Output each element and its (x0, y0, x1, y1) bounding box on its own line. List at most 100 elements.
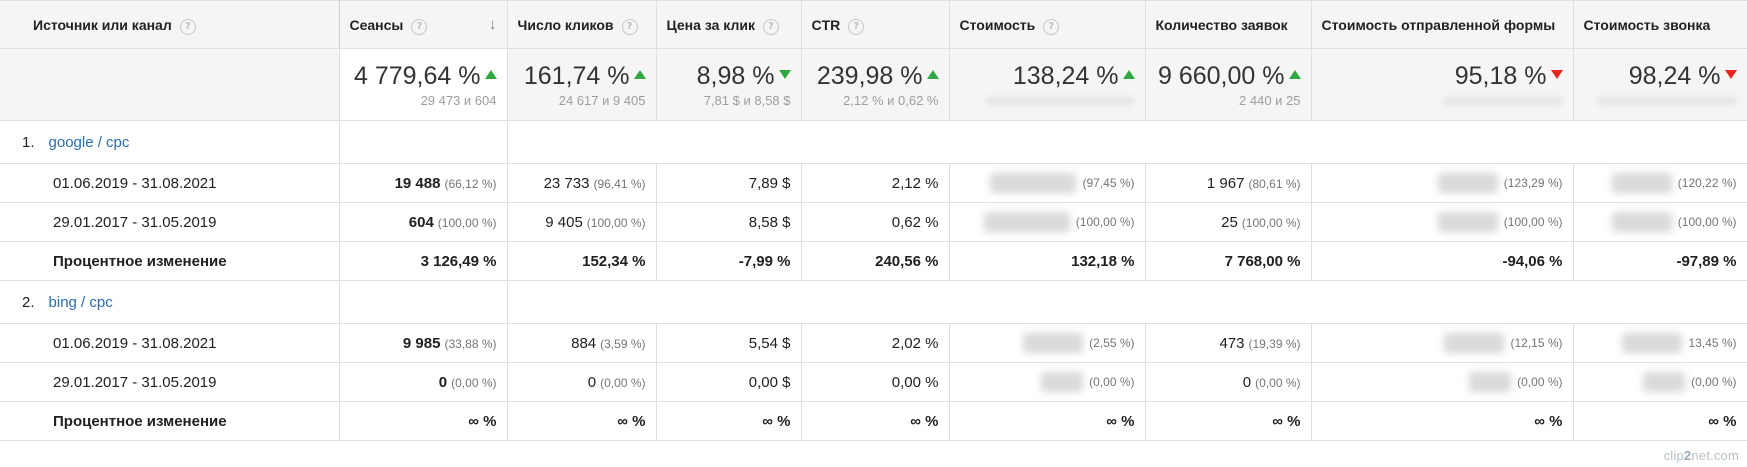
metric-cell: 1 967 (80,61 %) (1145, 163, 1312, 203)
redacted-value (1442, 96, 1563, 106)
totals-cell: 9 660,00 % 2 440 и 25 (1145, 48, 1312, 121)
group-number: 2. (22, 293, 35, 311)
metric-cell: ∞ % (1311, 401, 1574, 441)
metric-cell: ∞ % (949, 401, 1146, 441)
metric-value: 604 (408, 213, 434, 231)
metric-value: 0 (587, 373, 597, 391)
metric-value: 0 (438, 373, 448, 391)
report-table: Источник или канал? Сеансы? ↓ Число клико… (0, 0, 1747, 441)
metric-value: 152,34 % (582, 252, 646, 270)
metric-share: (100,00 %) (1503, 214, 1563, 229)
col-header-ctr[interactable]: CTR? (801, 0, 950, 49)
watermark: clip2net.com (1663, 448, 1739, 463)
metric-cell: 2,12 % (801, 163, 950, 203)
trend-down-icon (1724, 70, 1737, 79)
col-header-clicks[interactable]: Число кликов? (507, 0, 657, 49)
redacted-value (1437, 212, 1498, 232)
col-header-call-cost[interactable]: Стоимость звонка (1573, 0, 1747, 49)
col-header-leads[interactable]: Количество заявок (1145, 0, 1312, 49)
metric-cell: (2,55 %) (949, 323, 1146, 363)
trend-up-icon (926, 70, 939, 79)
totals-compare-values: 7,81 $ и 8,58 $ (703, 93, 791, 108)
metric-cell: 7,89 $ (656, 163, 802, 203)
col-header-label: Стоимость звонка (1583, 17, 1711, 33)
col-header-label: CTR (811, 17, 841, 33)
metric-cell: 5,54 $ (656, 323, 802, 363)
metric-cell: (123,29 %) (1311, 163, 1574, 203)
percent-change-row: Процентное изменение ∞ % ∞ % ∞ % ∞ % ∞ % ∞ % ∞ … (0, 401, 1747, 441)
trend-up-icon (1288, 70, 1301, 79)
metric-cell: -97,89 % (1573, 241, 1747, 281)
redacted-value (1611, 212, 1672, 232)
help-icon[interactable]: ? (621, 19, 638, 35)
col-header-label: Источник или канал (33, 17, 172, 33)
metric-value: ∞ % (1708, 412, 1737, 430)
help-icon[interactable]: ? (762, 19, 779, 35)
metric-share: (97,45 %) (1082, 175, 1135, 190)
col-header-cpc[interactable]: Цена за клик? (656, 0, 802, 49)
col-header-cost[interactable]: Стоимость? (949, 0, 1146, 49)
metric-share: (120,22 %) (1677, 175, 1737, 190)
metric-share: (66,12 %) (444, 176, 497, 191)
redacted-value (1023, 333, 1084, 353)
redacted-value (1611, 173, 1672, 193)
col-header-label: Стоимость (959, 17, 1036, 33)
metric-share: (100,00 %) (1241, 215, 1301, 230)
totals-value: 9 660,00 % (1158, 62, 1285, 90)
totals-cell: 8,98 % 7,81 $ и 8,58 $ (656, 48, 802, 121)
totals-cell: 95,18 % (1311, 48, 1574, 121)
totals-value: 4 779,64 % (354, 62, 481, 90)
metric-cell: 473 (19,39 %) (1145, 323, 1312, 363)
metric-cell: 0,62 % (801, 202, 950, 242)
metric-value: 23 733 (543, 174, 590, 192)
metric-share: (33,88 %) (444, 336, 497, 351)
group-label-cell: 1. google / cpc (0, 120, 340, 164)
date-range-row: 29.01.2017 - 31.05.2019 0 (0,00 %) 0 (0,00 %… (0, 362, 1747, 402)
row-label: Процентное изменение (0, 241, 340, 281)
metric-value: ∞ % (1272, 412, 1301, 430)
totals-row: 4 779,64 % 29 473 и 604 161,74 % 24 617 и 9… (0, 48, 1747, 121)
metric-cell: (0,00 %) (1573, 362, 1747, 402)
trend-down-good-icon (778, 70, 791, 79)
col-header-label: Количество заявок (1155, 17, 1288, 33)
totals-value: 95,18 % (1454, 62, 1547, 90)
metric-cell: 604 (100,00 %) (339, 202, 508, 242)
group-source-link[interactable]: bing / cpc (49, 294, 113, 311)
group-empty-cell (339, 120, 508, 164)
col-header-sessions[interactable]: Сеансы? ↓ (339, 0, 508, 49)
metric-value: ∞ % (910, 412, 939, 430)
help-icon[interactable]: ? (179, 19, 196, 35)
metric-cell: ∞ % (656, 401, 802, 441)
metric-value: 2,02 % (891, 334, 939, 352)
metric-value: 9 985 (402, 334, 441, 352)
group-source-link[interactable]: google / cpc (49, 134, 130, 151)
group-empty-cell (339, 280, 508, 324)
group-spacer (507, 280, 1747, 324)
help-icon[interactable]: ? (1043, 19, 1060, 35)
col-header-source[interactable]: Источник или канал? (0, 0, 340, 49)
metric-share: (100,00 %) (1075, 214, 1135, 229)
metric-cell: 0 (0,00 %) (339, 362, 508, 402)
metric-value: ∞ % (468, 412, 497, 430)
help-icon[interactable]: ? (848, 19, 865, 35)
metric-cell: (120,22 %) (1573, 163, 1747, 203)
metric-cell: ∞ % (339, 401, 508, 441)
group-row: 2. bing / cpc (0, 280, 1747, 324)
trend-down-icon (1550, 70, 1563, 79)
help-icon[interactable]: ? (411, 19, 428, 35)
col-header-form-cost[interactable]: Стоимость отправленной формы (1311, 0, 1574, 49)
redacted-value (1437, 173, 1498, 193)
metric-value: 0,00 % (891, 373, 939, 391)
redacted-value (1596, 96, 1737, 106)
metric-cell: 884 (3,59 %) (507, 323, 657, 363)
trend-up-icon (633, 70, 646, 79)
metric-value: 3 126,49 % (420, 252, 497, 270)
sort-arrow-down-icon[interactable]: ↓ (489, 16, 497, 33)
metric-share: (96,41 %) (593, 176, 646, 191)
table-header: Источник или канал? Сеансы? ↓ Число клико… (0, 0, 1747, 49)
metric-value: 25 (1221, 213, 1238, 231)
redacted-value (984, 96, 1135, 106)
totals-compare-values: 2 440 и 25 (1239, 93, 1301, 108)
redacted-value (1643, 372, 1686, 392)
metric-cell: 23 733 (96,41 %) (507, 163, 657, 203)
